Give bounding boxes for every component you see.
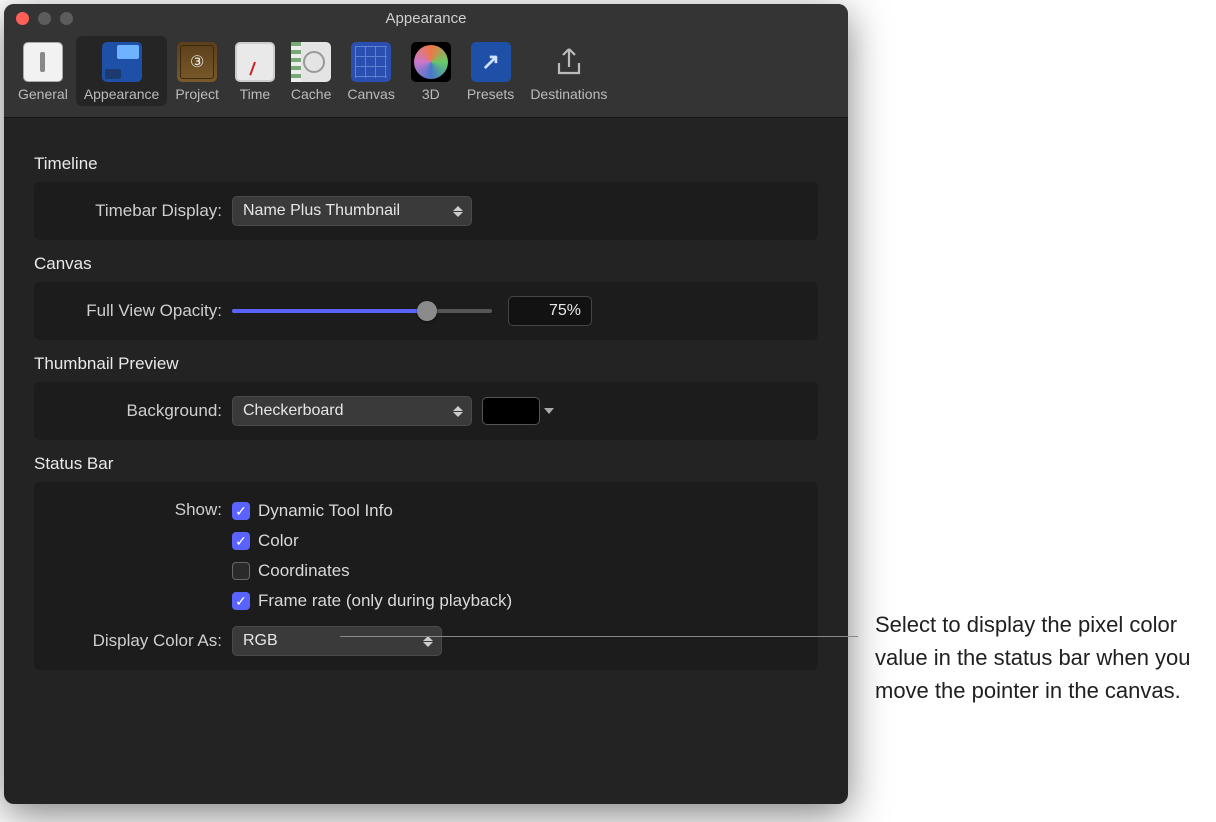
section-title-status: Status Bar (34, 454, 818, 474)
minimize-button[interactable] (38, 12, 51, 25)
tab-label: Appearance (84, 86, 160, 102)
titlebar: Appearance (4, 4, 848, 32)
canvas-panel: Full View Opacity: 75% (34, 282, 818, 340)
tab-label: General (18, 86, 68, 102)
section-title-thumbnail: Thumbnail Preview (34, 354, 818, 374)
show-label: Show: (52, 496, 222, 520)
checkbox[interactable]: ✓ (232, 532, 250, 550)
check-label: Color (258, 531, 299, 551)
destinations-icon (549, 42, 589, 82)
chevron-updown-icon (423, 632, 435, 650)
show-color[interactable]: ✓ Color (232, 526, 512, 556)
preferences-window: Appearance General Appearance Project Ti… (4, 4, 848, 804)
tab-label: Time (240, 86, 271, 102)
full-view-opacity-label: Full View Opacity: (52, 301, 222, 321)
zoom-button[interactable] (60, 12, 73, 25)
prefs-toolbar: General Appearance Project Time Cache Ca… (4, 32, 848, 118)
full-view-opacity-slider[interactable] (232, 301, 492, 321)
select-value: Name Plus Thumbnail (243, 202, 400, 220)
chevron-down-icon[interactable] (544, 408, 554, 414)
select-value: Checkerboard (243, 402, 344, 420)
tab-3d[interactable]: 3D (403, 36, 459, 106)
tab-general[interactable]: General (10, 36, 76, 106)
slider-thumb[interactable] (417, 301, 437, 321)
show-dynamic-tool-info[interactable]: ✓ Dynamic Tool Info (232, 496, 512, 526)
tab-label: Canvas (347, 86, 394, 102)
section-title-timeline: Timeline (34, 154, 818, 174)
check-label: Frame rate (only during playback) (258, 591, 512, 611)
chevron-updown-icon (453, 402, 465, 420)
tab-presets[interactable]: Presets (459, 36, 522, 106)
show-coordinates[interactable]: Coordinates (232, 556, 512, 586)
thumbnail-panel: Background: Checkerboard (34, 382, 818, 440)
canvas-icon (351, 42, 391, 82)
window-title: Appearance (4, 10, 848, 27)
timeline-panel: Timebar Display: Name Plus Thumbnail (34, 182, 818, 240)
cache-icon (291, 42, 331, 82)
tab-destinations[interactable]: Destinations (522, 36, 615, 106)
show-frame-rate[interactable]: ✓ Frame rate (only during playback) (232, 586, 512, 616)
checkbox[interactable] (232, 562, 250, 580)
3d-icon (411, 42, 451, 82)
timebar-display-label: Timebar Display: (52, 201, 222, 221)
checkbox[interactable]: ✓ (232, 502, 250, 520)
check-icon: ✓ (235, 594, 247, 608)
tab-canvas[interactable]: Canvas (339, 36, 402, 106)
tab-time[interactable]: Time (227, 36, 283, 106)
display-color-as-label: Display Color As: (52, 631, 222, 651)
chevron-updown-icon (453, 202, 465, 220)
project-icon (177, 42, 217, 82)
close-button[interactable] (16, 12, 29, 25)
tab-project[interactable]: Project (167, 36, 227, 106)
appearance-icon (102, 42, 142, 82)
tab-label: 3D (422, 86, 440, 102)
timebar-display-select[interactable]: Name Plus Thumbnail (232, 196, 472, 226)
section-title-canvas: Canvas (34, 254, 818, 274)
tab-label: Cache (291, 86, 331, 102)
tab-label: Presets (467, 86, 514, 102)
check-icon: ✓ (235, 534, 247, 548)
window-controls (4, 12, 73, 25)
callout-leader-line (340, 636, 858, 637)
select-value: RGB (243, 632, 278, 650)
status-panel: Show: ✓ Dynamic Tool Info ✓ Color Coordi… (34, 482, 818, 670)
background-color-swatch[interactable] (482, 397, 540, 425)
tab-label: Destinations (530, 86, 607, 102)
display-color-as-select[interactable]: RGB (232, 626, 442, 656)
callout-text: Select to display the pixel color value … (875, 608, 1205, 707)
tab-cache[interactable]: Cache (283, 36, 339, 106)
checkbox[interactable]: ✓ (232, 592, 250, 610)
check-label: Coordinates (258, 561, 350, 581)
tab-appearance[interactable]: Appearance (76, 36, 168, 106)
full-view-opacity-value[interactable]: 75% (508, 296, 592, 326)
time-icon (235, 42, 275, 82)
check-icon: ✓ (235, 504, 247, 518)
check-label: Dynamic Tool Info (258, 501, 393, 521)
background-select[interactable]: Checkerboard (232, 396, 472, 426)
tab-label: Project (175, 86, 219, 102)
presets-icon (471, 42, 511, 82)
general-icon (23, 42, 63, 82)
background-label: Background: (52, 401, 222, 421)
prefs-content: Timeline Timebar Display: Name Plus Thum… (4, 118, 848, 692)
